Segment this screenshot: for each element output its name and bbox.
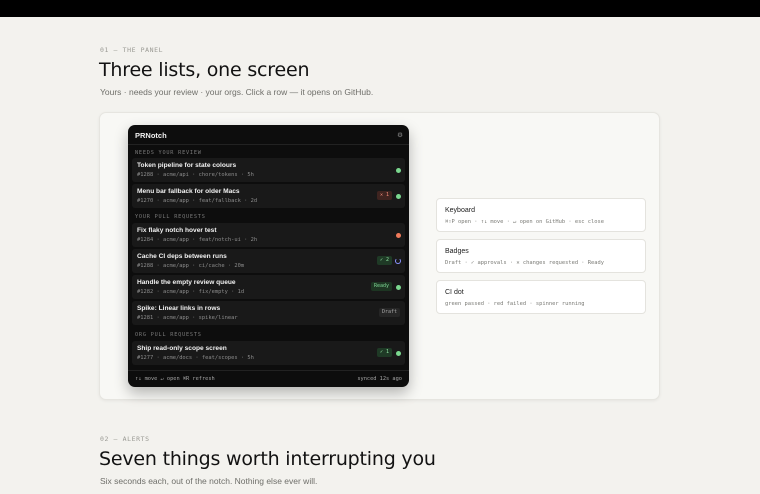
ci-status-dot: [396, 168, 401, 173]
pr-meta: #1270 · acme/app · feat/fallback · 2d: [137, 198, 258, 204]
pr-title: Menu bar fallback for older Macs: [137, 188, 240, 195]
pr-row[interactable]: Spike: Linear links in rows #1281 · acme…: [132, 301, 405, 325]
info-card-badges: Badges Draft · ✓ approvals · ✕ changes r…: [436, 239, 646, 273]
panel-header: PRNotch ⚙: [128, 125, 409, 145]
pr-title: Token pipeline for state colours: [137, 162, 237, 169]
section-subtitle: Yours · needs your review · your orgs. C…: [100, 87, 374, 97]
pr-row[interactable]: Handle the empty review queue #1282 · ac…: [132, 275, 405, 299]
card-title: Keyboard: [445, 207, 475, 214]
info-card-ci-dot: CI dot green passed · red failed · spinn…: [436, 280, 646, 314]
ci-status-dot: [396, 285, 401, 290]
section-label-review: NEEDS YOUR REVIEW: [135, 150, 202, 156]
card-body: ⌘⇧P open · ↑↓ move · ↵ open on GitHub · …: [445, 219, 605, 225]
ci-status-dot: [396, 233, 401, 238]
ci-status-dot: [396, 351, 401, 356]
card-title: Badges: [445, 248, 469, 255]
pr-title: Cache CI deps between runs: [137, 253, 227, 260]
section-eyebrow: 02 — ALERTS: [100, 435, 150, 443]
status-badge: ✕ 1: [376, 191, 392, 200]
section-label-yours: YOUR PULL REQUESTS: [135, 214, 206, 220]
status-badge: Ready: [370, 282, 392, 291]
pr-meta: #1288 · acme/app · ci/cache · 20m: [137, 263, 245, 269]
pr-row[interactable]: Menu bar fallback for older Macs #1270 ·…: [132, 184, 405, 208]
card-title: CI dot: [445, 289, 464, 296]
pr-meta: #1284 · acme/app · feat/notch-ui · 2h: [137, 237, 258, 243]
pr-meta: #1277 · acme/docs · feat/scopes · 5h: [137, 355, 254, 361]
section-subtitle: Six seconds each, out of the notch. Noth…: [100, 476, 318, 486]
section-title: Three lists, one screen: [99, 59, 310, 81]
pr-title: Fix flaky notch hover test: [137, 227, 217, 234]
pr-title: Ship read-only scope screen: [137, 345, 227, 352]
status-badge: ✓ 1: [376, 348, 392, 357]
status-badge: ✓ 2: [376, 256, 392, 265]
pr-meta: #1282 · acme/app · fix/empty · 1d: [137, 289, 245, 295]
card-body: Draft · ✓ approvals · ✕ changes requeste…: [445, 260, 605, 266]
card-body: green passed · red failed · spinner runn…: [445, 301, 585, 307]
pr-row[interactable]: Cache CI deps between runs #1288 · acme/…: [132, 249, 405, 273]
gear-icon[interactable]: ⚙: [397, 131, 403, 139]
ci-spinner-icon: [395, 258, 401, 264]
prnotch-panel: PRNotch ⚙ NEEDS YOUR REVIEW Token pipeli…: [128, 125, 409, 387]
pr-meta: #1288 · acme/api · chore/tokens · 5h: [137, 172, 254, 178]
pr-row[interactable]: Ship read-only scope screen #1277 · acme…: [132, 341, 405, 365]
sync-status: synced 12s ago: [357, 376, 402, 382]
section-label-org: ORG PULL REQUESTS: [135, 332, 202, 338]
top-bar: [0, 0, 760, 17]
section-title: Seven things worth interrupting you: [99, 448, 436, 470]
status-badge: Draft: [378, 308, 400, 317]
panel-footer: ↑↓ move ↵ open ⌘R refresh synced 12s ago: [128, 370, 409, 387]
pr-row[interactable]: Fix flaky notch hover test #1284 · acme/…: [132, 223, 405, 247]
panel-title: PRNotch: [135, 131, 167, 140]
info-card-keyboard: Keyboard ⌘⇧P open · ↑↓ move · ↵ open on …: [436, 198, 646, 232]
pr-title: Handle the empty review queue: [137, 279, 236, 286]
pr-title: Spike: Linear links in rows: [137, 305, 221, 312]
pr-row[interactable]: Token pipeline for state colours #1288 ·…: [132, 158, 405, 182]
keyboard-hints: ↑↓ move ↵ open ⌘R refresh: [135, 376, 215, 382]
section-eyebrow: 01 — THE PANEL: [100, 46, 164, 54]
ci-status-dot: [396, 194, 401, 199]
pr-meta: #1281 · acme/app · spike/linear: [137, 315, 238, 321]
